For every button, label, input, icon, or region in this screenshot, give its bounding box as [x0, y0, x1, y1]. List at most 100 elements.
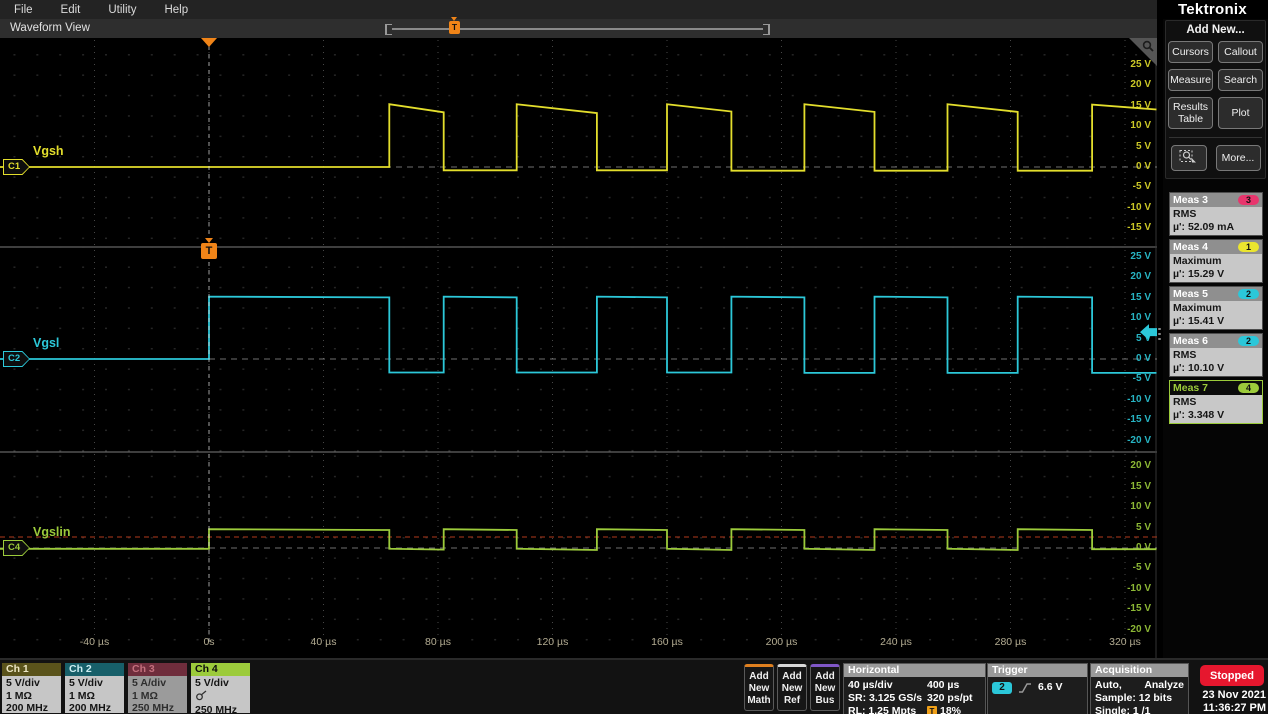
magnifier-icon — [1141, 40, 1155, 54]
datetime-display: 23 Nov 2021 11:36:27 PM — [1194, 689, 1266, 714]
measurement-badge[interactable]: Meas 5 2 Maximum µ': 15.41 V — [1169, 286, 1263, 330]
add-new-label: Add New... — [1169, 24, 1262, 36]
voltage-tick-label: 15 V — [1109, 100, 1151, 111]
tektronix-logo: Tektronix — [1157, 0, 1268, 20]
horizontal-panel-title: Horizontal — [844, 664, 985, 677]
voltage-tick-label: -15 V — [1109, 603, 1151, 614]
time-tick-label: 280 µs — [983, 636, 1039, 648]
channel-bandwidth: 250 MHz — [132, 702, 174, 714]
voltage-tick-label: 10 V — [1109, 312, 1151, 323]
measurement-name: Meas 5 — [1173, 287, 1208, 301]
measurement-badge[interactable]: Meas 7 4 RMS µ': 3.348 V — [1169, 380, 1263, 424]
channel-ref-badge-label: C1 — [4, 160, 29, 174]
voltage-tick-label: 5 V — [1109, 141, 1151, 152]
time-text: 11:36:27 PM — [1194, 702, 1266, 714]
trace-label[interactable]: Vgsl — [33, 336, 59, 350]
measurement-source-badge: 1 — [1238, 242, 1259, 252]
sidebar-add-button[interactable]: Cursors — [1168, 41, 1213, 63]
sidebar-add-button[interactable]: Plot — [1218, 97, 1263, 129]
measurement-value: µ': 3.348 V — [1173, 409, 1259, 422]
trigger-position-percent: 18% — [940, 705, 961, 714]
sidebar-add-button[interactable]: Results Table — [1168, 97, 1213, 129]
add-new-button[interactable]: AddNewBus — [810, 664, 840, 711]
time-tick-label: 160 µs — [639, 636, 695, 648]
menu-utility[interactable]: Utility — [108, 4, 136, 16]
channel-card[interactable]: Ch 2 5 V/div 1 MΩ 200 MHz ᴮᵂ — [65, 663, 124, 713]
acquisition-analyze[interactable]: Analyze — [1144, 679, 1184, 692]
channel-scale: 5 V/div — [69, 677, 120, 690]
sidebar-add-button[interactable]: Search — [1218, 69, 1263, 91]
channel-card[interactable]: Ch 4 5 V/div 250 MHz ᴮᵂ — [191, 663, 250, 713]
add-new-buttons: AddNewMathAddNewRefAddNewBus — [744, 664, 840, 711]
channel-bandwidth: 200 MHz — [69, 702, 111, 714]
measurement-name: Meas 3 — [1173, 193, 1208, 207]
record-bracket-left-icon — [385, 24, 392, 35]
trigger-source-badge: 2 — [992, 682, 1012, 694]
channel-coupling: 1 MΩ — [6, 690, 32, 702]
more-button[interactable]: More... — [1216, 145, 1261, 171]
voltage-tick-label: -10 V — [1109, 583, 1151, 594]
panel-drag-handle[interactable] — [1158, 325, 1162, 343]
voltage-tick-label: 5 V — [1109, 333, 1151, 344]
bottom-bar: Ch 1 5 V/div 1 MΩ 200 MHz ᴮᵂ Ch 2 5 V/di… — [0, 658, 1268, 714]
add-new-button[interactable]: AddNewMath — [744, 664, 774, 711]
zoom-select-icon — [1179, 149, 1198, 164]
trace-label[interactable]: Vgsh — [33, 144, 64, 158]
channel-ref-badge-label: C2 — [4, 352, 29, 366]
voltage-tick-label: 20 V — [1109, 79, 1151, 90]
voltage-tick-label: 0 V — [1109, 542, 1151, 553]
voltage-tick-label: 15 V — [1109, 292, 1151, 303]
channel-scale: 5 A/div — [132, 677, 183, 690]
voltage-tick-label: -15 V — [1109, 414, 1151, 425]
time-tick-label: 200 µs — [754, 636, 810, 648]
menu-edit[interactable]: Edit — [61, 4, 81, 16]
acquisition-sample: Sample: 12 bits — [1095, 692, 1172, 705]
trace-label[interactable]: Vgslin — [33, 525, 71, 539]
trigger-position-badge[interactable]: T — [201, 243, 217, 259]
record-length: RL: 1.25 Mpts — [848, 705, 916, 714]
measurement-badge[interactable]: Meas 3 3 RMS µ': 52.09 mA — [1169, 192, 1263, 236]
time-tick-label: 0s — [181, 636, 237, 648]
waveform-view-tab[interactable]: Waveform View — [10, 22, 90, 34]
rising-edge-icon — [1018, 682, 1032, 694]
voltage-tick-label: 25 V — [1109, 251, 1151, 262]
horizontal-scale: 40 µs/div — [848, 679, 893, 692]
add-new-button[interactable]: AddNewRef — [777, 664, 807, 711]
voltage-tick-label: -10 V — [1109, 202, 1151, 213]
measurement-badge[interactable]: Meas 6 2 RMS µ': 10.10 V — [1169, 333, 1263, 377]
horizontal-window: 400 µs — [927, 679, 959, 692]
run-stop-button[interactable]: Stopped — [1200, 665, 1264, 686]
horizontal-panel[interactable]: Horizontal 40 µs/div 400 µs SR: 3.125 GS… — [843, 663, 986, 714]
record-position-bar[interactable]: T — [385, 24, 770, 34]
measurement-source-badge: 4 — [1238, 383, 1259, 393]
record-trigger-marker-icon[interactable]: T — [449, 21, 460, 34]
measurement-value: µ': 52.09 mA — [1173, 221, 1259, 234]
channel-bandwidth: 250 MHz — [195, 704, 237, 714]
channel-card-header: Ch 3 — [128, 663, 187, 676]
measurement-badge[interactable]: Meas 4 1 Maximum µ': 15.29 V — [1169, 239, 1263, 283]
measurement-source-badge: 3 — [1238, 195, 1259, 205]
acquisition-panel[interactable]: Acquisition Auto, Analyze Sample: 12 bit… — [1090, 663, 1189, 714]
measurement-value: µ': 15.41 V — [1173, 315, 1259, 328]
voltage-tick-label: 5 V — [1109, 522, 1151, 533]
sidebar-add-button[interactable]: Callout — [1218, 41, 1263, 63]
menu-file[interactable]: File — [14, 4, 33, 16]
channel-card-header: Ch 1 — [2, 663, 61, 676]
waveform-area[interactable]: T -40 µs0s40 µs80 µs120 µs160 µs200 µs24… — [0, 38, 1157, 659]
time-tick-label: 240 µs — [868, 636, 924, 648]
channel-card-header: Ch 2 — [65, 663, 124, 676]
channel-card[interactable]: Ch 3 5 A/div 1 MΩ 250 MHz ᴮᵂ — [128, 663, 187, 713]
trigger-panel[interactable]: Trigger 2 6.6 V — [987, 663, 1088, 714]
waveform-svg — [0, 38, 1157, 658]
channel-coupling: 1 MΩ — [132, 690, 158, 702]
zoom-tool-button[interactable] — [1171, 145, 1207, 171]
channel-badges: Ch 1 5 V/div 1 MΩ 200 MHz ᴮᵂ Ch 2 5 V/di… — [2, 663, 250, 713]
menu-help[interactable]: Help — [164, 4, 188, 16]
sidebar-add-button[interactable]: Measure — [1168, 69, 1213, 91]
time-tick-label: 80 µs — [410, 636, 466, 648]
channel-card[interactable]: Ch 1 5 V/div 1 MΩ 200 MHz ᴮᵂ — [2, 663, 61, 713]
acquisition-mode: Auto, — [1095, 679, 1122, 692]
voltage-tick-label: 0 V — [1109, 353, 1151, 364]
time-tick-label: -40 µs — [67, 636, 123, 648]
voltage-tick-label: -20 V — [1109, 624, 1151, 635]
